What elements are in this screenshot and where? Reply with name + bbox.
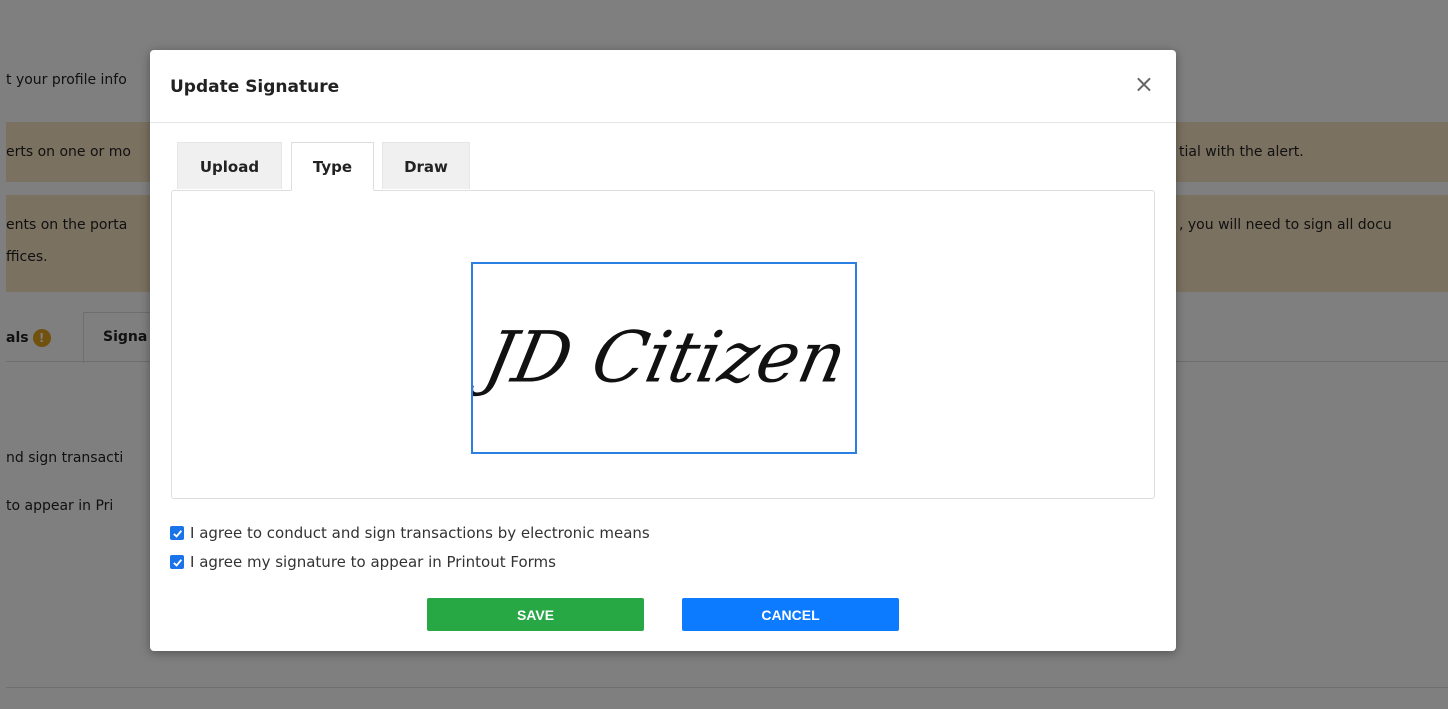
signature-preview-box[interactable]: JD Citizen: [471, 262, 857, 454]
tab-draw[interactable]: Draw: [382, 142, 470, 189]
close-icon[interactable]: ×: [1134, 72, 1154, 96]
modal-header: Update Signature ×: [150, 50, 1176, 123]
tab-upload[interactable]: Upload: [177, 142, 282, 189]
agree-electronic-checkbox[interactable]: [170, 526, 184, 540]
agree-printout-checkbox[interactable]: [170, 555, 184, 569]
agree-electronic-row[interactable]: I agree to conduct and sign transactions…: [170, 524, 650, 542]
signature-pane: JD Citizen: [171, 190, 1155, 499]
signature-text: JD Citizen: [473, 316, 854, 398]
agree-printout-row[interactable]: I agree my signature to appear in Printo…: [170, 553, 556, 571]
update-signature-modal: Update Signature × Upload Type Draw JD C…: [150, 50, 1176, 651]
cancel-button[interactable]: CANCEL: [682, 598, 899, 631]
signature-preview: JD Citizen: [473, 316, 854, 398]
agree-printout-label: I agree my signature to appear in Printo…: [190, 553, 556, 571]
save-button[interactable]: SAVE: [427, 598, 644, 631]
agree-electronic-label: I agree to conduct and sign transactions…: [190, 524, 650, 542]
modal-title: Update Signature: [170, 77, 340, 97]
tab-type[interactable]: Type: [291, 142, 374, 191]
